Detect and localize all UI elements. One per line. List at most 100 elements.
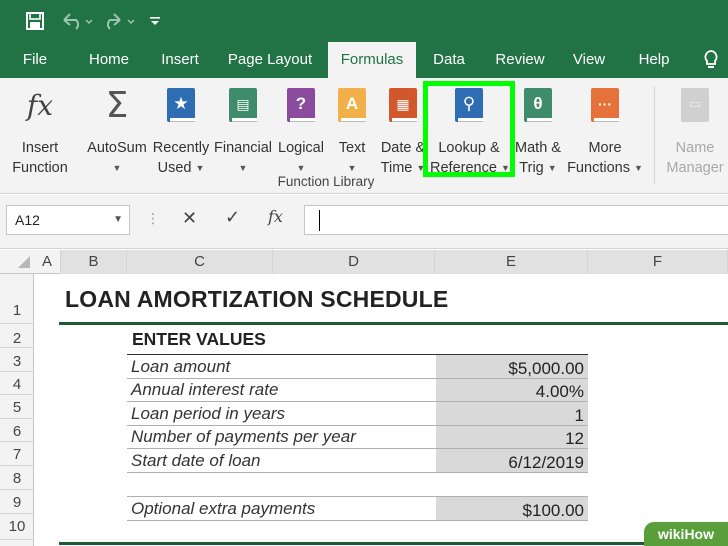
row-header-4[interactable]: 4	[0, 372, 34, 395]
row-divider	[127, 401, 588, 402]
row-header-6[interactable]: 6	[0, 419, 34, 442]
start-date-value[interactable]: 6/12/2019	[508, 453, 584, 473]
name-tags-icon: ▭	[678, 88, 712, 124]
cancel-icon[interactable]: ✕	[182, 208, 197, 229]
autosum-dropdown-icon: ▼	[112, 163, 122, 174]
recently-used-label-1: Recently	[152, 140, 210, 156]
formula-bar: A12 ▼ ⋮ ✕ ✓ fx	[0, 195, 728, 249]
loan-period-value[interactable]: 1	[575, 406, 584, 426]
math-trig-button[interactable]: θ Math & Trig ▼	[510, 86, 566, 178]
column-header-d[interactable]: D	[273, 250, 435, 274]
more-functions-label-1: More	[588, 140, 622, 156]
formula-bar-grip-icon: ⋮	[146, 210, 160, 226]
payments-per-year-value[interactable]: 12	[565, 429, 584, 449]
column-header-b[interactable]: B	[61, 250, 127, 274]
undo-icon[interactable]	[58, 8, 96, 34]
save-icon[interactable]	[22, 8, 48, 34]
financial-label: Financial	[213, 140, 273, 156]
row-header-1[interactable]: 1	[0, 274, 34, 324]
date-time-label-2: Time ▼	[380, 160, 426, 176]
ribbon-tabs: File Home Insert Page Layout Formulas Da…	[0, 42, 728, 79]
loan-amount-label: Loan amount	[131, 357, 231, 376]
sheet-title: LOAN AMORTIZATION SCHEDULE	[65, 286, 449, 312]
tab-home[interactable]: Home	[80, 42, 138, 78]
worksheet[interactable]: LOAN AMORTIZATION SCHEDULE ENTER VALUES …	[35, 274, 728, 546]
text-cursor	[319, 210, 320, 231]
more-functions-button[interactable]: ··· More Functions ▼	[566, 86, 644, 178]
tell-me-lightbulb-icon[interactable]	[694, 42, 728, 78]
text-functions-button[interactable]: A Text ▼	[330, 86, 374, 178]
title-bar	[0, 0, 728, 42]
insert-function-label-1: Insert	[21, 140, 59, 156]
column-header-a[interactable]: A	[34, 250, 61, 274]
ribbon: fx Insert Function Σ AutoSum ▼ ★ Recentl…	[0, 78, 728, 194]
logical-button[interactable]: ? Logical ▼	[274, 86, 328, 178]
loan-period-label: Loan period in years	[131, 404, 286, 423]
tab-view[interactable]: View	[566, 42, 612, 78]
watermark-text: wikiHow	[657, 526, 714, 542]
more-functions-label-2: Functions ▼	[567, 160, 643, 176]
extra-payments-value[interactable]: $100.00	[523, 501, 584, 521]
row-divider	[127, 448, 588, 449]
payments-per-year-label: Number of payments per year	[131, 427, 356, 446]
sigma-icon: Σ	[105, 85, 129, 126]
row-header-8[interactable]: 8	[0, 466, 34, 490]
row-header-9[interactable]: 9	[0, 490, 34, 514]
column-header-e[interactable]: E	[435, 250, 588, 274]
logical-label: Logical	[278, 140, 324, 156]
row-header-3[interactable]: 3	[0, 348, 34, 372]
column-headers: A B C D E F	[0, 250, 728, 274]
financial-button[interactable]: ▤ Financial ▼	[212, 86, 274, 178]
row-divider	[127, 378, 588, 379]
column-header-f[interactable]: F	[588, 250, 728, 274]
tab-file[interactable]: File	[12, 42, 58, 78]
customize-toolbar-icon[interactable]	[146, 8, 164, 34]
date-time-button[interactable]: ▦ Date & Time ▼	[376, 86, 430, 178]
name-box[interactable]: A12 ▼	[6, 205, 130, 235]
select-all-corner[interactable]	[18, 256, 30, 268]
recently-used-button[interactable]: ★ Recently Used ▼	[150, 86, 212, 178]
interest-rate-value[interactable]: 4.00%	[536, 382, 584, 402]
financial-dropdown-icon: ▼	[238, 163, 248, 174]
interest-rate-label: Annual interest rate	[131, 380, 279, 399]
tab-insert[interactable]: Insert	[152, 42, 208, 78]
name-box-value: A12	[15, 212, 40, 228]
tab-data[interactable]: Data	[426, 42, 472, 78]
start-date-label: Start date of loan	[131, 451, 261, 470]
row-divider	[127, 496, 588, 497]
math-trig-label-2: Trig ▼	[519, 160, 557, 176]
insert-function-button[interactable]: fx Insert Function	[6, 86, 74, 178]
insert-function-fx-icon[interactable]: fx	[268, 207, 283, 226]
tab-help[interactable]: Help	[630, 42, 678, 78]
row-header-5[interactable]: 5	[0, 395, 34, 419]
calendar-book-icon: ▦	[386, 88, 420, 124]
row-header-7[interactable]: 7	[0, 442, 34, 466]
column-header-c[interactable]: C	[127, 250, 273, 274]
formula-input[interactable]	[304, 205, 728, 235]
tab-review[interactable]: Review	[490, 42, 550, 78]
more-book-icon: ···	[588, 88, 622, 124]
enter-values-heading: ENTER VALUES	[132, 329, 266, 349]
redo-icon[interactable]	[100, 8, 138, 34]
math-trig-label-1: Math &	[515, 140, 561, 156]
title-underline	[59, 322, 728, 325]
row-header-10[interactable]: 10	[0, 514, 34, 540]
tab-formulas[interactable]: Formulas	[328, 42, 416, 79]
autosum-button[interactable]: Σ AutoSum ▼	[84, 86, 150, 178]
tab-page-layout[interactable]: Page Layout	[222, 42, 318, 78]
loan-amount-value[interactable]: $5,000.00	[508, 359, 584, 379]
ribbon-separator	[654, 86, 655, 184]
text-label: Text	[338, 140, 366, 156]
question-book-icon: ?	[284, 88, 318, 124]
name-manager-label-1: Name	[675, 140, 715, 156]
fx-icon: fx	[26, 89, 54, 122]
name-box-dropdown-icon[interactable]: ▼	[113, 214, 123, 225]
row-header-2[interactable]: 2	[0, 324, 34, 348]
text-book-icon: A	[335, 88, 369, 124]
row-headers: 1 2 3 4 5 6 7 8 9 10	[0, 274, 34, 546]
name-manager-button[interactable]: ▭ Name Manager	[662, 86, 728, 178]
row-divider	[127, 520, 588, 521]
theta-book-icon: θ	[521, 88, 555, 124]
enter-check-icon[interactable]: ✓	[225, 207, 240, 228]
coins-book-icon: ▤	[226, 88, 260, 124]
